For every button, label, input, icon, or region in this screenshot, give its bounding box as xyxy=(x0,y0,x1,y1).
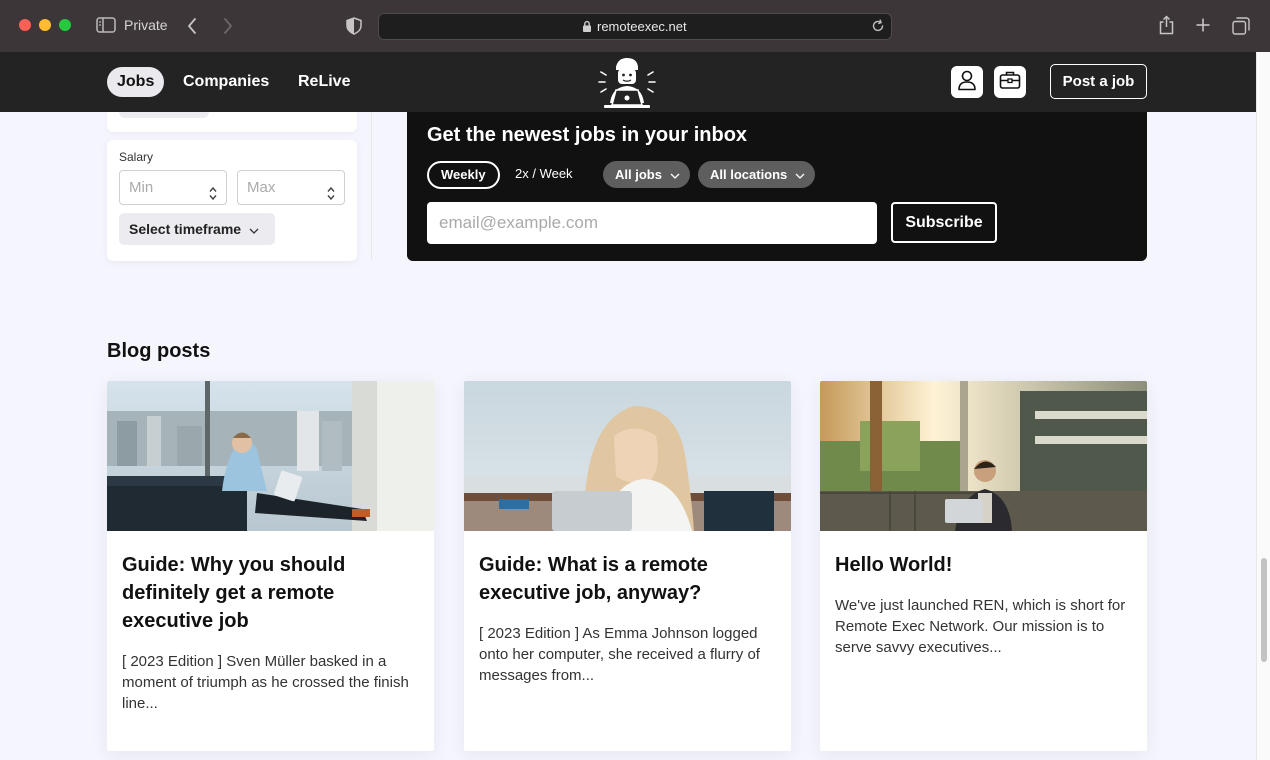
page-scrollbar[interactable] xyxy=(1256,52,1270,760)
forward-icon[interactable] xyxy=(222,17,234,35)
nav-relive[interactable]: ReLive xyxy=(288,67,360,97)
minimize-window-button[interactable] xyxy=(39,19,51,31)
salary-min-placeholder: Min xyxy=(129,179,154,196)
email-field[interactable]: email@example.com xyxy=(427,202,877,244)
salary-label: Salary xyxy=(119,150,154,164)
site-header: Jobs Companies ReLive Post a job xyxy=(0,52,1256,112)
blog-card[interactable]: Guide: What is a remote executive job, a… xyxy=(464,381,791,751)
zoom-window-button[interactable] xyxy=(59,19,71,31)
url-text: remoteexec.net xyxy=(597,19,687,34)
timeframe-label: Select timeframe xyxy=(129,221,242,237)
site-logo[interactable] xyxy=(596,55,658,111)
blog-card[interactable]: Hello World! We've just launched REN, wh… xyxy=(820,381,1147,751)
share-icon[interactable] xyxy=(1158,15,1175,35)
blog-image-woman-laptop[interactable] xyxy=(464,381,791,531)
chevron-down-icon xyxy=(670,167,680,182)
blog-image-man-on-sofa[interactable] xyxy=(107,381,434,531)
chevron-down-icon xyxy=(795,167,805,182)
new-tab-icon[interactable] xyxy=(1195,17,1211,33)
blog-excerpt: [ 2023 Edition ] Sven Müller basked in a… xyxy=(122,653,409,712)
nav-companies[interactable]: Companies xyxy=(173,67,279,97)
newsletter-title: Get the newest jobs in your inbox xyxy=(427,124,748,146)
locations-dropdown-label: All locations xyxy=(710,167,788,182)
saved-jobs-button[interactable] xyxy=(994,66,1026,98)
account-button[interactable] xyxy=(951,66,983,98)
address-bar[interactable]: remoteexec.net xyxy=(378,13,892,40)
blog-image-man-balcony[interactable] xyxy=(820,381,1147,531)
jobs-category-dropdown[interactable]: All jobs xyxy=(603,161,690,188)
scrollbar-thumb[interactable] xyxy=(1261,558,1267,662)
subscribe-button[interactable]: Subscribe xyxy=(891,202,997,243)
post-job-button[interactable]: Post a job xyxy=(1050,64,1147,99)
frequency-weekly[interactable]: Weekly xyxy=(427,161,500,189)
locations-dropdown[interactable]: All locations xyxy=(698,161,816,188)
blog-excerpt: We've just launched REN, which is short … xyxy=(835,597,1126,656)
newsletter-signup: Get the newest jobs in your inbox Weekly… xyxy=(407,112,1147,261)
salary-min-input[interactable]: Min xyxy=(119,170,227,205)
email-placeholder: email@example.com xyxy=(439,213,598,232)
user-icon xyxy=(957,69,977,96)
nav-jobs[interactable]: Jobs xyxy=(107,67,165,97)
sidebar-divider xyxy=(371,112,372,260)
tab-overview-icon[interactable] xyxy=(1232,17,1250,35)
salary-filter: Salary Min Max Select timeframe xyxy=(107,140,357,261)
salary-max-input[interactable]: Max xyxy=(237,170,345,205)
stepper-icon[interactable] xyxy=(327,180,335,213)
blog-title[interactable]: Hello World! xyxy=(835,551,1135,579)
chevron-down-icon xyxy=(249,221,259,237)
browser-toolbar: Private remoteexec.net xyxy=(0,0,1270,52)
sidebar-toggle-icon[interactable] xyxy=(96,17,116,33)
lock-icon xyxy=(582,20,592,38)
timeframe-dropdown[interactable]: Select timeframe xyxy=(119,213,275,245)
close-window-button[interactable] xyxy=(19,19,31,31)
private-mode-label: Private xyxy=(124,17,168,33)
briefcase-icon xyxy=(999,70,1021,95)
blog-title[interactable]: Guide: Why you should definitely get a r… xyxy=(122,551,422,635)
frequency-twice-weekly[interactable]: 2x / Week xyxy=(503,161,585,189)
blog-excerpt: [ 2023 Edition ] As Emma Johnson logged … xyxy=(479,625,760,684)
stepper-icon[interactable] xyxy=(209,180,217,213)
back-icon[interactable] xyxy=(186,17,198,35)
privacy-shield-icon[interactable] xyxy=(346,17,362,35)
blog-title[interactable]: Guide: What is a remote executive job, a… xyxy=(479,551,779,607)
filter-chip[interactable] xyxy=(119,112,209,118)
salary-max-placeholder: Max xyxy=(247,179,276,196)
blog-heading: Blog posts xyxy=(107,340,211,362)
blog-card[interactable]: Guide: Why you should definitely get a r… xyxy=(107,381,434,751)
reload-icon[interactable] xyxy=(871,19,885,38)
filter-card-previous xyxy=(107,112,357,132)
jobs-dropdown-label: All jobs xyxy=(615,167,662,182)
